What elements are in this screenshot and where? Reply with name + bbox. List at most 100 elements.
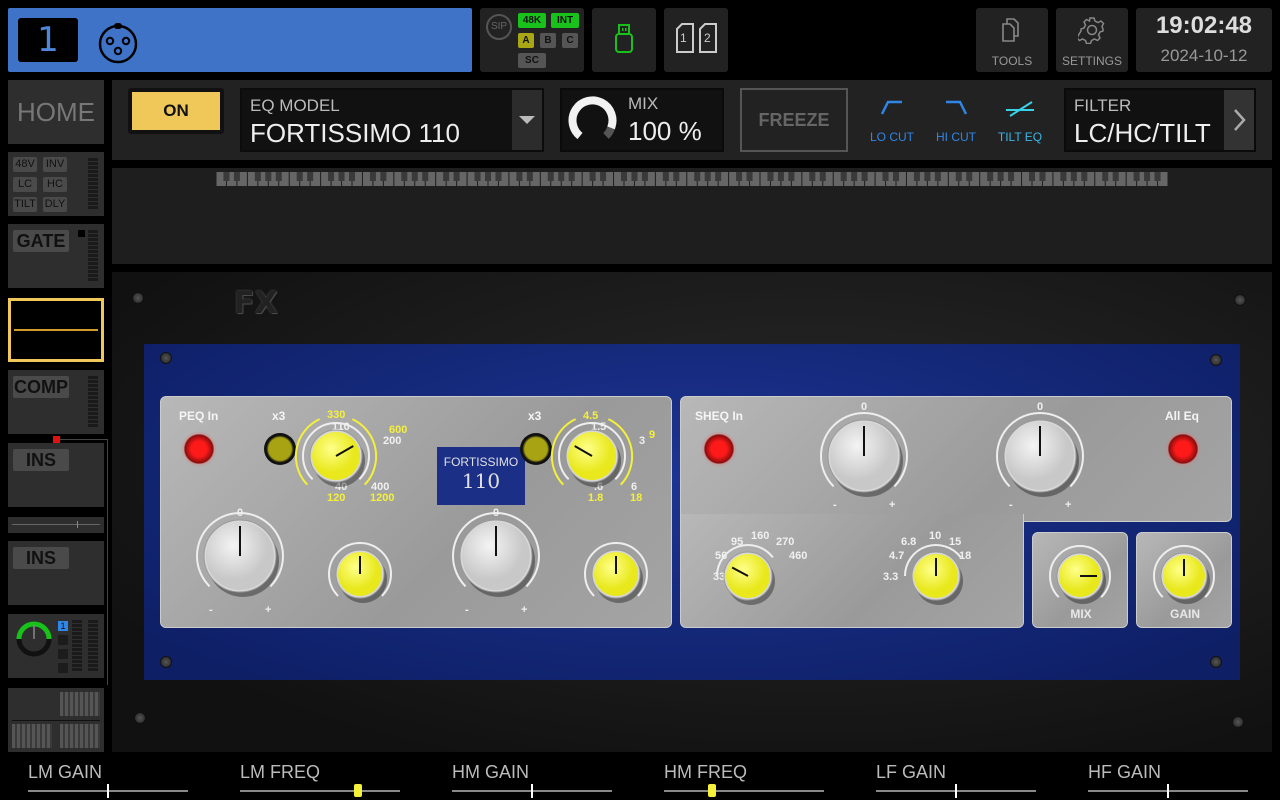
piano-black-key[interactable] — [840, 172, 847, 181]
piano-black-key[interactable] — [736, 172, 743, 181]
lm-gain-knob[interactable] — [190, 506, 290, 606]
piano-black-key[interactable] — [265, 172, 272, 181]
settings-button[interactable]: SETTINGS — [1056, 8, 1128, 72]
tilt-eq-button[interactable]: TILT EQ — [992, 92, 1048, 148]
piano-black-key[interactable] — [223, 172, 230, 181]
param-slider-thumb[interactable] — [955, 784, 957, 798]
piano-black-key[interactable] — [1008, 172, 1015, 181]
piano-black-key[interactable] — [934, 172, 941, 181]
piano-black-key[interactable] — [809, 172, 816, 181]
piano-black-key[interactable] — [819, 172, 826, 181]
preamp-block[interactable]: 48V INV LC HC TILT DLY — [8, 152, 104, 216]
freeze-button[interactable]: FREEZE — [740, 88, 848, 152]
lm-x3-button[interactable] — [264, 433, 296, 465]
param-slider-thumb[interactable] — [1167, 784, 1169, 798]
trim-thumb[interactable] — [77, 521, 78, 528]
piano-black-key[interactable] — [767, 172, 774, 181]
param-slider-track[interactable] — [664, 790, 824, 792]
piano-black-key[interactable] — [621, 172, 627, 181]
param-slider[interactable]: LM GAIN — [28, 762, 188, 798]
eq-block-selected[interactable] — [8, 298, 104, 362]
hm-q-knob[interactable] — [578, 536, 654, 612]
hm-gain-knob[interactable] — [446, 506, 546, 606]
piano-black-key[interactable] — [966, 172, 973, 181]
piano-black-key[interactable] — [1102, 172, 1109, 181]
piano-black-key[interactable] — [328, 172, 335, 181]
piano-black-key[interactable] — [777, 172, 784, 181]
insert-1-block[interactable]: INS — [8, 443, 104, 507]
piano-black-key[interactable] — [1112, 172, 1119, 181]
piano-black-key[interactable] — [1081, 172, 1088, 181]
piano-black-key[interactable] — [861, 172, 868, 181]
sheq-in-led[interactable] — [701, 431, 737, 467]
param-slider[interactable]: LM FREQ — [240, 762, 400, 797]
piano-black-key[interactable] — [704, 172, 711, 181]
param-slider-thumb[interactable] — [531, 784, 533, 798]
lf-freq-knob[interactable] — [710, 538, 786, 614]
mix-knob[interactable] — [1043, 539, 1117, 613]
piano-keyboard[interactable] — [216, 172, 1168, 186]
eq-model-dropdown-button[interactable] — [512, 90, 542, 150]
piano-black-key[interactable] — [955, 172, 962, 181]
piano-black-key[interactable] — [851, 172, 858, 181]
piano-black-key[interactable] — [746, 172, 753, 181]
piano-black-key[interactable] — [694, 172, 701, 181]
trim-slider-block[interactable] — [8, 517, 104, 533]
usb-button[interactable] — [592, 8, 656, 72]
piano-black-key[interactable] — [453, 172, 460, 181]
piano-black-key[interactable] — [526, 172, 533, 181]
piano-black-key[interactable] — [1133, 172, 1140, 181]
pan-bus-block[interactable]: 1 — [8, 614, 104, 678]
hm-freq-knob[interactable] — [550, 416, 634, 496]
sd-card-button[interactable]: 1 2 — [664, 8, 728, 72]
lf-gain-knob[interactable] — [814, 406, 914, 506]
piano-black-key[interactable] — [1039, 172, 1046, 181]
sync-status-panel[interactable]: SIP 48K INT A B C SC — [480, 8, 584, 72]
hi-cut-button[interactable]: HI CUT — [928, 92, 984, 148]
on-button[interactable]: ON — [128, 88, 224, 134]
piano-black-key[interactable] — [401, 172, 408, 181]
piano-black-key[interactable] — [568, 172, 575, 181]
gate-block[interactable]: GATE — [8, 224, 104, 288]
hm-x3-button[interactable] — [520, 433, 552, 465]
lm-freq-knob[interactable] — [294, 416, 378, 496]
param-slider-track[interactable] — [240, 790, 400, 792]
hf-gain-knob[interactable] — [990, 406, 1090, 506]
piano-black-key[interactable] — [338, 172, 345, 181]
filter-next-button[interactable] — [1224, 90, 1254, 150]
piano-black-key[interactable] — [307, 172, 314, 181]
param-slider[interactable]: HF GAIN — [1088, 762, 1248, 798]
piano-black-key[interactable] — [296, 172, 303, 181]
piano-black-key[interactable] — [495, 172, 502, 181]
piano-black-key[interactable] — [1070, 172, 1077, 181]
param-slider-thumb[interactable] — [107, 784, 109, 798]
piano-black-key[interactable] — [349, 172, 355, 181]
mix-control[interactable]: MIX 100 % — [560, 88, 724, 152]
piano-black-key[interactable] — [662, 172, 669, 181]
piano-black-key[interactable] — [443, 172, 450, 181]
piano-black-key[interactable] — [547, 172, 554, 181]
piano-black-key[interactable] — [1029, 172, 1035, 181]
peq-in-led[interactable] — [181, 431, 217, 467]
piano-black-key[interactable] — [516, 172, 523, 181]
param-slider[interactable]: HM FREQ — [664, 762, 824, 797]
output-block[interactable] — [8, 688, 104, 752]
piano-black-key[interactable] — [558, 172, 565, 181]
param-slider-thumb[interactable] — [708, 784, 716, 797]
piano-black-key[interactable] — [422, 172, 429, 181]
hf-freq-knob[interactable] — [898, 538, 974, 614]
piano-black-key[interactable] — [589, 172, 596, 181]
home-button[interactable]: HOME — [8, 80, 104, 144]
piano-black-key[interactable] — [233, 172, 240, 181]
piano-black-key[interactable] — [893, 172, 899, 181]
piano-black-key[interactable] — [380, 172, 387, 181]
insert-point-marker[interactable] — [53, 436, 60, 443]
piano-black-key[interactable] — [275, 172, 282, 181]
piano-black-key[interactable] — [641, 172, 648, 181]
filter-select[interactable]: FILTER LC/HC/TILT — [1064, 88, 1256, 152]
piano-black-key[interactable] — [715, 172, 722, 181]
piano-black-key[interactable] — [913, 172, 920, 181]
piano-black-key[interactable] — [600, 172, 607, 181]
tools-button[interactable]: TOOLS — [976, 8, 1048, 72]
piano-black-key[interactable] — [673, 172, 680, 181]
